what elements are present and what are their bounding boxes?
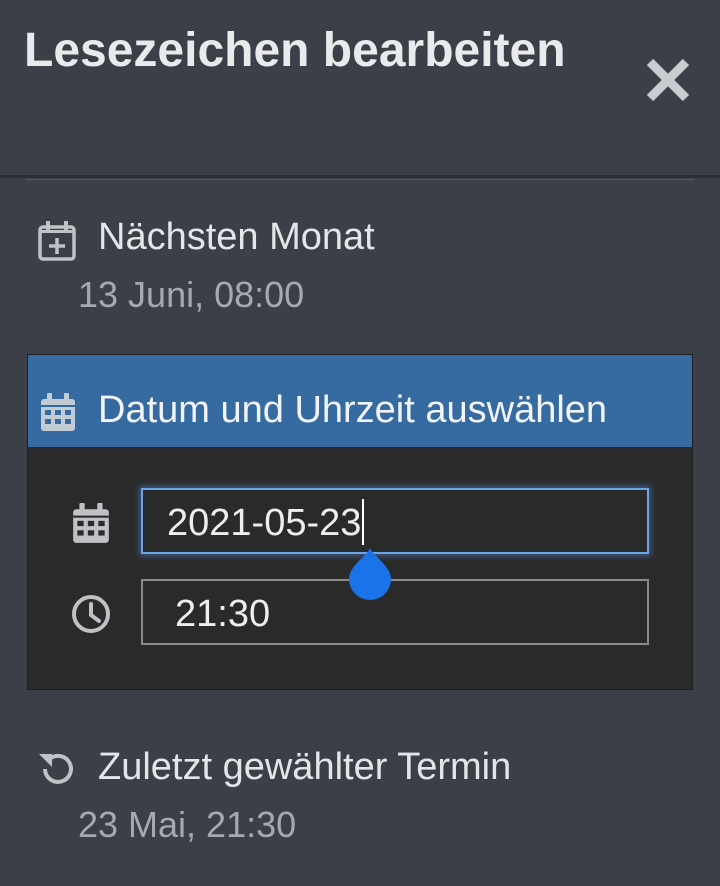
option-detail: 13 Juni, 08:00 — [78, 274, 305, 315]
date-input[interactable]: 2021-05-23 — [141, 488, 649, 554]
divider — [26, 179, 694, 180]
header: Lesezeichen bearbeiten — [0, 0, 720, 176]
text-caret — [362, 498, 365, 545]
header-divider — [0, 175, 720, 178]
time-value: 21:30 — [175, 593, 271, 635]
text-cursor-handle[interactable] — [347, 546, 393, 602]
clock-icon — [72, 595, 110, 633]
edit-bookmark-sheet: Lesezeichen bearbeiten Nächsten Monat 13… — [0, 0, 720, 886]
option-next-month[interactable]: Nächsten Monat 13 Juni, 08:00 — [0, 200, 720, 330]
calendar-plus-icon — [38, 221, 76, 261]
picker-heading: Datum und Uhrzeit auswählen — [98, 389, 608, 431]
date-time-picker: Datum und Uhrzeit auswählen 2021-05-23 2… — [27, 354, 693, 690]
time-input[interactable]: 21:30 — [141, 579, 649, 645]
picker-header[interactable]: Datum und Uhrzeit auswählen — [28, 355, 692, 447]
option-detail: 23 Mai, 21:30 — [78, 804, 297, 845]
option-label: Zuletzt gewählter Termin — [98, 746, 512, 788]
page-title: Lesezeichen bearbeiten — [24, 24, 566, 77]
close-icon — [646, 58, 690, 102]
history-icon — [39, 753, 73, 784]
option-last-used[interactable]: Zuletzt gewählter Termin 23 Mai, 21:30 — [0, 730, 720, 870]
close-button[interactable] — [640, 52, 696, 108]
calendar-icon — [73, 503, 109, 543]
calendar-icon — [41, 393, 75, 431]
date-value: 2021-05-23 — [167, 502, 362, 544]
option-label: Nächsten Monat — [98, 216, 375, 258]
